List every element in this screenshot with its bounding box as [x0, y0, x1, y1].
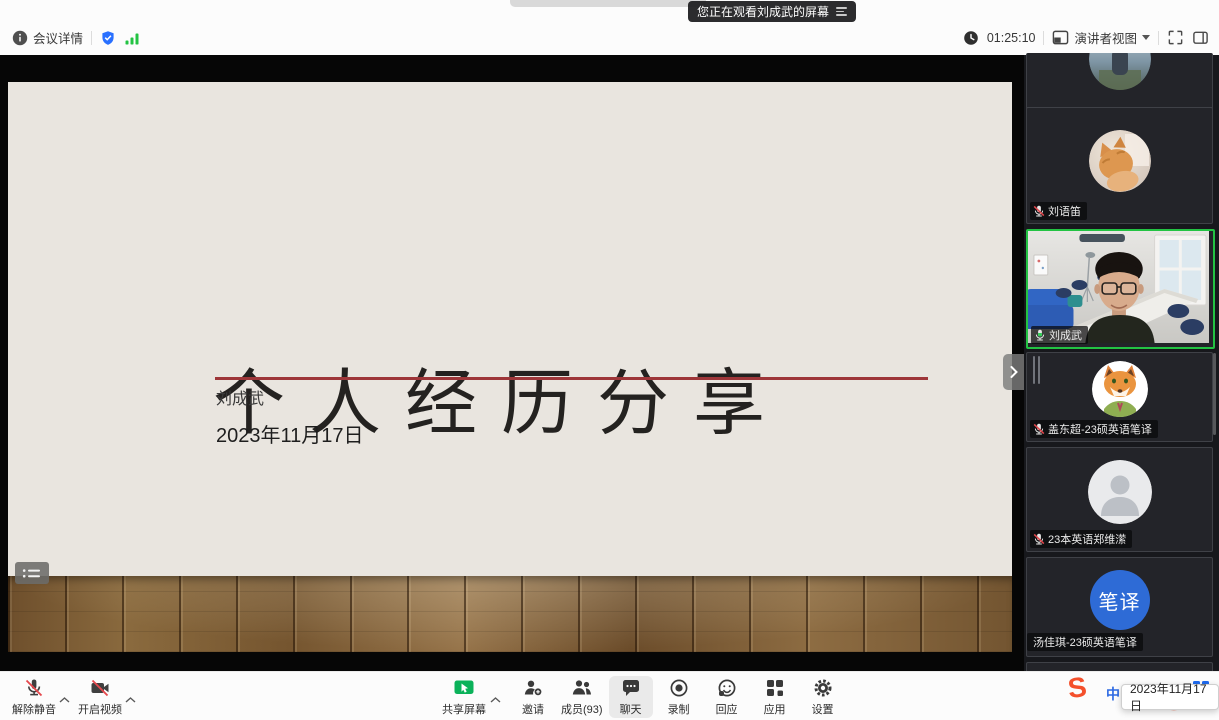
network-signal-icon[interactable]: [124, 30, 140, 46]
participant-tile[interactable]: 23本英语郑维潆: [1026, 447, 1213, 552]
video-options-chevron[interactable]: [125, 691, 136, 706]
participant-name: 刘语笛: [1048, 203, 1081, 219]
date-tooltip: 2023年11月17日: [1121, 684, 1219, 710]
window-drag-handle[interactable]: [510, 0, 706, 7]
apps-grid-icon: [764, 677, 786, 699]
mic-options-chevron[interactable]: [59, 691, 70, 706]
camera-muted-icon: [89, 677, 111, 699]
slide-wood-floor-graphic: [8, 576, 1012, 652]
share-screen-button[interactable]: 共享屏幕: [440, 676, 488, 718]
meeting-details-button[interactable]: 会议详情: [12, 28, 83, 47]
chat-icon: [620, 677, 642, 699]
reactions-button[interactable]: 回应: [705, 676, 749, 718]
participant-name: 刘成武: [1049, 327, 1082, 343]
slideshow-controls-button[interactable]: [15, 562, 49, 584]
collapse-sidebar-button[interactable]: [1003, 354, 1024, 390]
invite-person-icon: [522, 677, 544, 699]
slide-title-rule: [215, 377, 928, 380]
chevron-right-icon: [1010, 366, 1018, 378]
avatar: [1092, 361, 1148, 417]
security-shield-icon[interactable]: [100, 30, 116, 46]
members-button[interactable]: 成员(93): [559, 676, 605, 718]
participant-name: 汤佳琪-23硕英语笔译: [1033, 634, 1137, 650]
date-tooltip-text: 2023年11月17日: [1130, 680, 1210, 714]
mic-muted-icon: [1033, 205, 1045, 217]
participant-tile[interactable]: 刘语笛: [1026, 107, 1213, 224]
participants-scrollbar[interactable]: [1213, 353, 1216, 435]
record-button[interactable]: 录制: [657, 676, 701, 718]
start-video-button[interactable]: 开启视频: [76, 676, 124, 718]
start-video-label: 开启视频: [78, 701, 122, 717]
avatar: [1089, 130, 1151, 192]
record-icon: [668, 677, 690, 699]
ime-mode-indicator[interactable]: 中: [1106, 684, 1120, 704]
participant-tile[interactable]: 笔译 汤佳琪-23硕英语笔译: [1026, 557, 1213, 657]
participants-sidebar: 丁宇宁: [1024, 55, 1219, 672]
invite-button[interactable]: 邀请: [511, 676, 555, 718]
clock-icon: [963, 30, 979, 46]
smiley-reaction-icon: [716, 677, 738, 699]
fullscreen-icon[interactable]: [1167, 29, 1184, 46]
chevron-up-icon: [59, 697, 70, 703]
share-screen-label: 共享屏幕: [442, 701, 486, 717]
avatar: [1089, 53, 1151, 90]
apps-button[interactable]: 应用: [753, 676, 797, 718]
bottom-toolbar: 解除静音 开启视频: [0, 671, 1219, 720]
avatar-text: 笔译: [1099, 586, 1141, 615]
slide-date: 2023年11月17日: [216, 419, 364, 448]
mic-muted-icon: [23, 677, 45, 699]
meeting-details-label: 会议详情: [33, 28, 83, 47]
info-icon: [12, 30, 28, 46]
chevron-down-icon: [1142, 35, 1150, 40]
gear-icon: [812, 677, 834, 699]
sogou-ime-icon[interactable]: S: [1066, 671, 1088, 705]
avatar: [1088, 460, 1152, 524]
meeting-app-window: 您正在观看刘成武的屏幕 会议详情: [0, 0, 1219, 720]
settings-button[interactable]: 设置: [801, 676, 845, 718]
record-label: 录制: [668, 701, 690, 717]
members-label: 成员(93): [561, 701, 603, 717]
invite-label: 邀请: [522, 701, 544, 717]
mic-muted-icon: [1033, 533, 1045, 545]
slide-presenter: 刘成武: [216, 385, 264, 409]
chat-button[interactable]: 聊天: [609, 676, 653, 718]
reactions-label: 回应: [716, 701, 738, 717]
participant-name: 盖东超-23硕英语笔译: [1048, 421, 1152, 437]
slide-list-icon: [22, 568, 42, 579]
participant-tile-speaking[interactable]: 刘成武: [1026, 229, 1215, 349]
settings-label: 设置: [812, 701, 834, 717]
participant-name: 23本英语郑维潆: [1048, 531, 1126, 547]
share-options-chevron[interactable]: [490, 691, 501, 706]
avatar: 笔译: [1090, 570, 1150, 630]
view-mode-label: 演讲者视图: [1074, 28, 1137, 47]
screen-share-area: 个人经历分享 刘成武 2023年11月17日: [0, 55, 1024, 672]
watching-banner-text: 您正在观看刘成武的屏幕: [697, 3, 829, 20]
unmute-button[interactable]: 解除静音: [10, 676, 58, 718]
participant-tile[interactable]: 盖东超-23硕英语笔译: [1026, 352, 1213, 442]
banner-menu-icon[interactable]: [836, 7, 847, 16]
top-bar: 会议详情 01:25:10: [0, 0, 1219, 55]
mic-muted-icon: [1033, 423, 1045, 435]
chevron-up-icon: [125, 697, 136, 703]
unmute-label: 解除静音: [12, 701, 56, 717]
apps-label: 应用: [764, 701, 786, 717]
divider: [91, 31, 92, 45]
shared-slide: 个人经历分享 刘成武 2023年11月17日: [8, 82, 1012, 652]
chevron-up-icon: [490, 697, 501, 703]
meeting-duration: 01:25:10: [987, 31, 1036, 45]
view-mode-selector[interactable]: 演讲者视图: [1052, 28, 1150, 47]
divider: [1158, 31, 1159, 45]
side-panel-toggle-icon[interactable]: [1192, 29, 1209, 46]
mic-active-icon: [1034, 329, 1046, 341]
watching-banner: 您正在观看刘成武的屏幕: [688, 1, 856, 22]
chat-label: 聊天: [620, 701, 642, 717]
divider: [1043, 31, 1044, 45]
layout-view-icon: [1052, 29, 1069, 46]
members-icon: [571, 677, 593, 699]
share-screen-icon: [453, 677, 475, 699]
splitter-grip[interactable]: [1033, 356, 1040, 384]
